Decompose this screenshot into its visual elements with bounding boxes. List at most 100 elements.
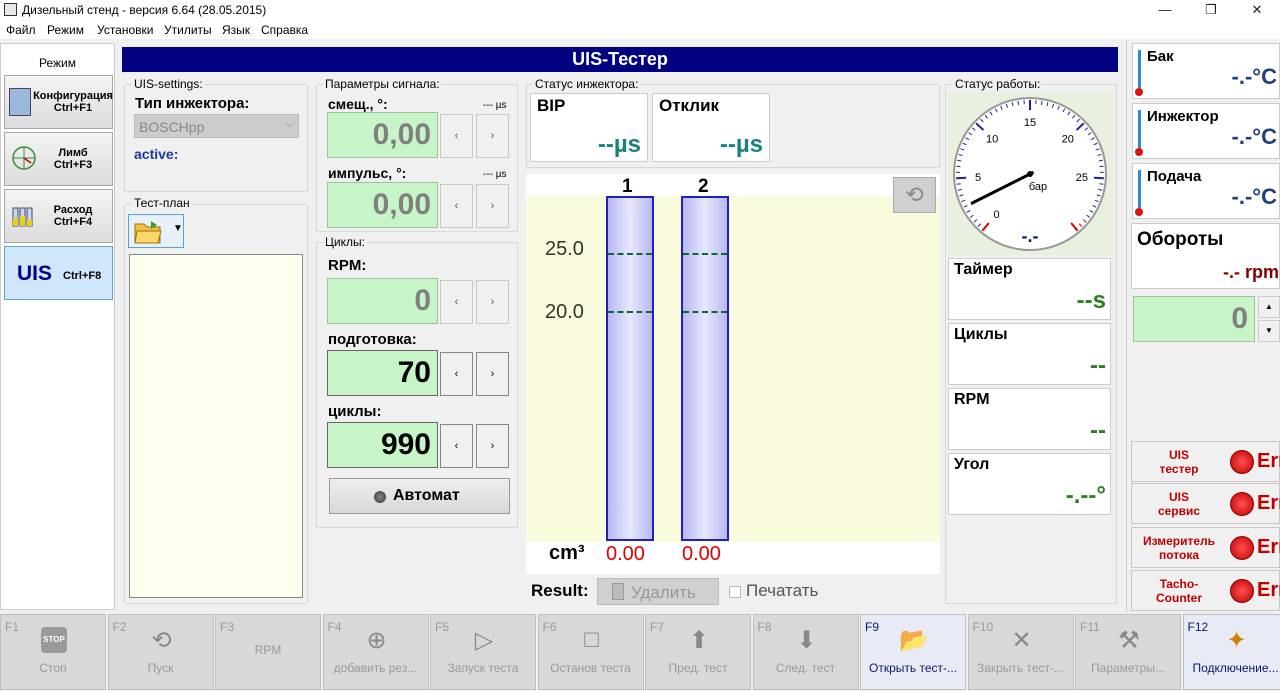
dev-tacho-counter-panel[interactable]: Tacho- Counter Err: [1131, 570, 1280, 611]
injector-temp-label: Инжектор: [1147, 108, 1219, 125]
offset-input[interactable]: 0,00: [327, 112, 438, 158]
dev-uis-tester-panel[interactable]: UIS тестер Err: [1131, 441, 1280, 482]
menu-language[interactable]: Язык: [222, 23, 250, 37]
testplan-title: Тест-план: [132, 196, 192, 210]
speed-set-input[interactable]: 0: [1133, 296, 1255, 342]
dev-flow-meter-state: Err: [1257, 536, 1280, 558]
add-icon: ⊕: [366, 626, 387, 654]
fkey-stop-test-button[interactable]: F6 □ Останов теста: [537, 614, 644, 690]
menu-help[interactable]: Справка: [261, 23, 308, 37]
speed-spin-up[interactable]: ▲: [1258, 296, 1280, 318]
prep-increase-button[interactable]: ›: [476, 352, 509, 396]
cycles-increase-button[interactable]: ›: [476, 424, 509, 468]
fkey-open-testplan-button[interactable]: F9 📂 Открыть тест-...: [860, 614, 966, 690]
title-bar: Дизельный стенд - версия 6.64 (28.05.201…: [0, 0, 1280, 20]
print-checkbox[interactable]: [729, 586, 741, 598]
injector-type-label: Тип инжектора:: [135, 95, 250, 112]
square-icon: □: [584, 626, 599, 653]
offset-increase-button[interactable]: ›: [476, 114, 509, 158]
delete-label: Удалить: [631, 583, 696, 602]
pulse-input[interactable]: 0,00: [327, 182, 438, 228]
fkey-next-test-button[interactable]: F8 ⬇ След. тест: [752, 614, 859, 690]
fkey-start-button[interactable]: F2 ⟲ Пуск: [107, 614, 214, 690]
rpm-increase-button[interactable]: ›: [476, 280, 509, 324]
refresh-icon: ⟲: [151, 626, 172, 654]
folder-icon: 📂: [899, 626, 929, 654]
minimize-button[interactable]: —: [1142, 0, 1188, 20]
status-active: active:: [134, 146, 179, 162]
fkey-connect-button[interactable]: F12 ✦ Подключение...: [1182, 614, 1280, 690]
down-arrow-icon: ⬇: [796, 626, 817, 654]
mode-flow-button[interactable]: Расход Ctrl+F4: [4, 189, 113, 243]
dev-uis-service-panel[interactable]: UIS сервис Err: [1131, 483, 1280, 524]
fkey-rpm-label: RPM: [254, 643, 282, 657]
pressure-gauge-panel: 0 5 10 15 20 25 бар -.-: [948, 92, 1112, 255]
pulse-label: импульс, °:: [328, 165, 407, 181]
print-label: Печатать: [746, 581, 819, 600]
fkey-add-result-key: F4: [327, 620, 342, 634]
power-icon: [1230, 450, 1254, 474]
cycles-decrease-button[interactable]: ‹: [440, 424, 473, 468]
mode-limb-label: Лимб Ctrl+F3: [53, 147, 93, 171]
fkey-next-test-key: F8: [757, 620, 772, 634]
offset-decrease-button[interactable]: ‹: [440, 114, 473, 158]
maximize-button[interactable]: ❐: [1188, 0, 1234, 20]
fkey-rpm-button[interactable]: F3 RPM: [215, 614, 321, 690]
dev-uis-service-name: UIS сервис: [1157, 489, 1201, 518]
testplan-list[interactable]: [129, 254, 303, 598]
close-button[interactable]: ✕: [1234, 0, 1280, 20]
prep-input[interactable]: 70: [327, 350, 438, 396]
menu-file[interactable]: Файл: [6, 23, 36, 37]
fkey-close-testplan-button[interactable]: F10 ✕ Закрыть тест-...: [967, 614, 1074, 690]
menu-mode[interactable]: Режим: [47, 23, 84, 37]
fkey-prev-test-button[interactable]: F7 ⬆ Пред. тест: [645, 614, 751, 690]
fkey-prev-test-key: F7: [650, 620, 665, 634]
injector-type-select[interactable]: BOSCHpp ⌵: [134, 114, 299, 138]
rpm-decrease-button[interactable]: ‹: [440, 280, 473, 324]
gauge-tick-label: 5: [975, 172, 981, 184]
fkey-stop-test-label: Останов теста: [550, 661, 631, 675]
work-rpm-value: --: [1090, 417, 1106, 444]
mode-limb-button[interactable]: Лимб Ctrl+F3: [4, 132, 113, 186]
mode-config-button[interactable]: Конфигурация Ctrl+F1: [4, 75, 113, 129]
gauge-tick-label: 0: [994, 209, 1000, 221]
angle-panel: Угол -.--°: [948, 453, 1111, 515]
rpm-input[interactable]: 0: [327, 278, 438, 324]
work-rpm-panel: RPM --: [948, 388, 1111, 450]
gauge-tick: [956, 176, 967, 180]
auto-button[interactable]: Автомат: [329, 478, 510, 514]
feed-temp-label: Подача: [1147, 168, 1202, 185]
refresh-button[interactable]: ⟲: [893, 177, 936, 213]
fkey-stop-button[interactable]: F1 STOP Стоп: [0, 614, 106, 690]
tube-2-marker-20: [683, 311, 727, 313]
menu-utilities[interactable]: Утилиты: [164, 23, 212, 37]
cycles-input[interactable]: 990: [327, 422, 438, 468]
speed-spin-down[interactable]: ▼: [1258, 320, 1280, 342]
delete-button[interactable]: Удалить: [597, 578, 719, 605]
cycles-title: Циклы:: [323, 235, 367, 249]
mode-uis-button[interactable]: UIS Ctrl+F8: [4, 246, 113, 300]
tube-chart-bg: [526, 196, 940, 542]
gauge-hub: [1027, 171, 1033, 177]
pressure-gauge: 0 5 10 15 20 25 бар -.-: [953, 97, 1107, 251]
dropdown-arrow-icon[interactable]: ▼: [173, 223, 183, 234]
dev-flow-meter-name: Измеритель потока: [1142, 533, 1216, 562]
work-status-title: Статус работы:: [953, 77, 1043, 91]
open-testplan-button[interactable]: ▼: [128, 214, 184, 248]
fkey-parameters-button[interactable]: F11 ⚒ Параметры...: [1075, 614, 1181, 690]
pulse-increase-button[interactable]: ›: [476, 184, 509, 228]
response-label: Отклик: [659, 96, 720, 115]
work-cycles-label: Циклы: [954, 326, 1008, 343]
cycles-label: циклы:: [328, 403, 382, 420]
fkey-rpm-key: F3: [220, 620, 235, 634]
dev-flow-meter-panel[interactable]: Измеритель потока Err: [1131, 527, 1280, 568]
fkey-start-test-button[interactable]: F5 ▷ Запуск теста: [430, 614, 536, 690]
gauge-tick: [1040, 100, 1043, 106]
pulse-decrease-button[interactable]: ‹: [440, 184, 473, 228]
fkey-open-testplan-label: Открыть тест-...: [869, 661, 957, 675]
fkey-add-result-button[interactable]: F4 ⊕ добавить рез...: [322, 614, 429, 690]
menu-settings[interactable]: Установки: [97, 23, 153, 37]
prep-decrease-button[interactable]: ‹: [440, 352, 473, 396]
power-icon: [1230, 579, 1254, 603]
pulse-unit: --- µs: [483, 169, 507, 180]
